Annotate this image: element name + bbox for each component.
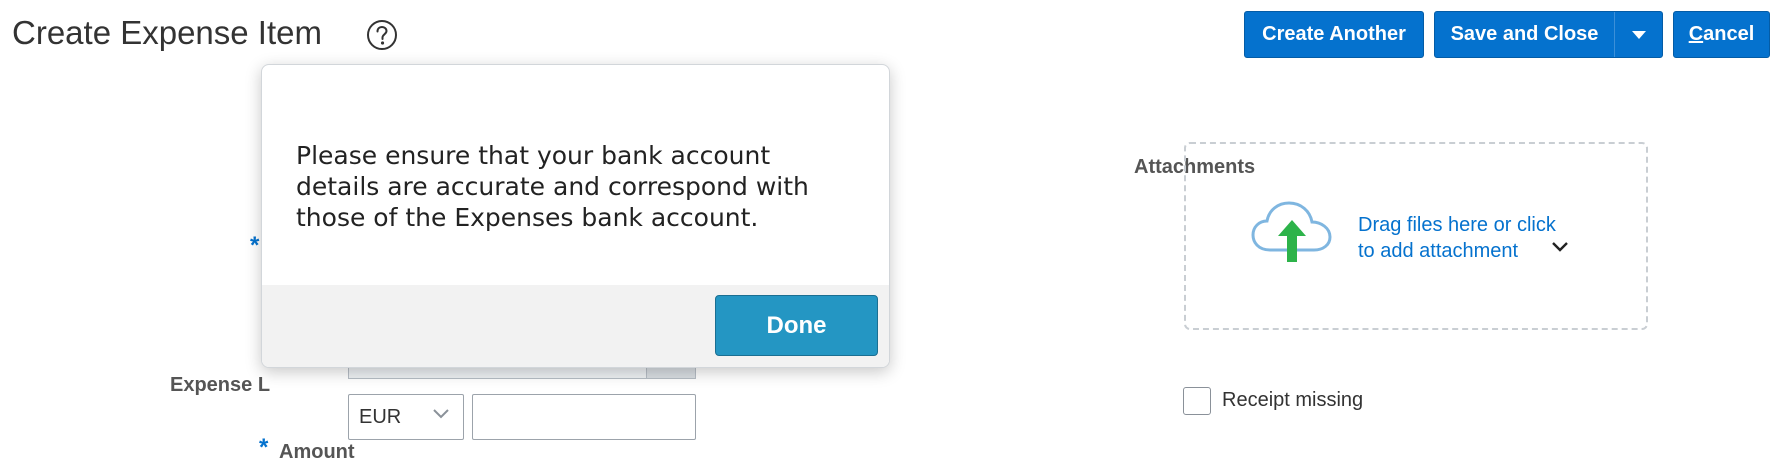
create-another-button[interactable]: Create Another bbox=[1244, 11, 1424, 58]
bank-account-notice-popup: Please ensure that your bank account det… bbox=[261, 64, 890, 368]
popup-message: Please ensure that your bank account det… bbox=[296, 141, 809, 232]
save-and-close-label[interactable]: Save and Close bbox=[1435, 12, 1614, 57]
required-indicator-amount: * bbox=[259, 434, 269, 461]
drag-files-link[interactable]: Drag files here or click to add attachme… bbox=[1358, 212, 1578, 264]
popup-footer: Done bbox=[262, 285, 889, 367]
cloud-upload-icon bbox=[1251, 201, 1332, 262]
required-indicator: * bbox=[250, 232, 260, 259]
done-button[interactable]: Done bbox=[715, 295, 878, 356]
page-title: Create Expense Item bbox=[12, 14, 322, 51]
cancel-accelerator: C bbox=[1688, 23, 1704, 45]
currency-value: EUR bbox=[359, 405, 402, 428]
amount-label: Amount bbox=[279, 441, 355, 463]
cancel-button[interactable]: Cancel bbox=[1673, 11, 1770, 58]
create-another-label: Create Another bbox=[1262, 23, 1406, 45]
cancel-label-rest: ancel bbox=[1703, 23, 1755, 45]
attachment-drop-zone[interactable]: Drag files here or click to add attachme… bbox=[1184, 142, 1648, 330]
save-options-menu-button[interactable] bbox=[1615, 12, 1662, 57]
chevron-down-icon bbox=[433, 409, 449, 419]
receipt-missing-label: Receipt missing bbox=[1222, 389, 1364, 411]
chevron-down-icon[interactable] bbox=[1552, 242, 1568, 252]
amount-input[interactable] bbox=[472, 394, 696, 440]
question-circle-icon[interactable] bbox=[366, 19, 398, 51]
receipt-missing-checkbox[interactable] bbox=[1183, 387, 1211, 415]
currency-select[interactable]: EUR bbox=[348, 394, 464, 440]
caret-down-icon bbox=[1631, 30, 1646, 39]
save-and-close-button[interactable]: Save and Close bbox=[1434, 11, 1663, 58]
expense-location-label: Expense L bbox=[170, 374, 271, 396]
